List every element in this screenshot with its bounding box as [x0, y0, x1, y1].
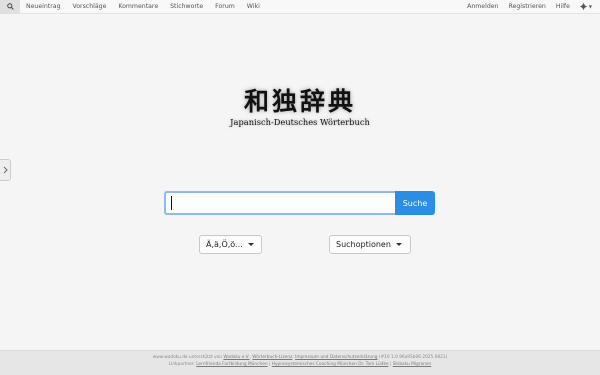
footer-partner-link-2[interactable]: Hypnosystemisches Coaching München Dr. T… — [272, 362, 389, 367]
search-button[interactable]: Suche — [395, 191, 435, 215]
special-chars-dropdown[interactable]: Ä,ä,Ö,ö... — [199, 235, 262, 254]
footer-partners-label: Linkpartner: — [168, 361, 195, 367]
nav-stichworte[interactable]: Stichworte — [164, 3, 209, 10]
site-logo-subtitle: Japanisch-Deutsches Wörterbuch — [230, 117, 370, 127]
caret-down-icon — [247, 243, 254, 246]
footer-link-imprint[interactable]: Impressum und Datenschutzerklärung — [295, 355, 377, 360]
special-chars-label: Ä,ä,Ö,ö... — [206, 240, 243, 249]
nav-vorschlaege[interactable]: Vorschläge — [67, 3, 113, 10]
footer-link-wadoku-ev[interactable]: Wadoku e.V. — [223, 355, 249, 360]
nav-hilfe[interactable]: Hilfe — [551, 3, 575, 10]
search-options-dropdown[interactable]: Suchoptionen — [329, 235, 411, 254]
search-bar: Suche — [164, 191, 435, 215]
footer-version: (#10 1.0 96a95b06 2025 0821) — [378, 355, 448, 360]
footer-text: www.wadoku.de unterstützt von — [152, 355, 223, 360]
text-cursor — [171, 196, 172, 210]
side-panel-toggle[interactable] — [0, 159, 11, 181]
search-icon — [6, 3, 14, 10]
footer-partner-link-1[interactable]: Lernfrienda Fortbildung München — [196, 362, 267, 367]
search-options-label: Suchoptionen — [336, 240, 391, 249]
footer-partner-link-3[interactable]: Shibaku Migranen — [393, 362, 432, 367]
gear-icon — [580, 3, 587, 10]
top-navbar: Neueintrag Vorschläge Kommentare Stichwo… — [0, 0, 600, 14]
nav-anmelden[interactable]: Anmelden — [462, 3, 503, 10]
nav-wiki[interactable]: Wiki — [241, 3, 266, 10]
settings-menu[interactable]: ▼ — [575, 3, 600, 10]
nav-forum[interactable]: Forum — [209, 3, 241, 10]
caret-down-icon — [395, 243, 402, 246]
nav-neueintrag[interactable]: Neueintrag — [20, 3, 67, 10]
chevron-down-icon: ▼ — [588, 4, 592, 9]
footer-line-2: Linkpartner: Lernfrienda Fortbildung Mün… — [168, 361, 432, 367]
footer-link-license[interactable]: Wörterbuch-Lizenz — [252, 355, 292, 360]
chevron-right-icon — [3, 166, 8, 174]
site-logo-title: 和独辞典 — [243, 87, 356, 116]
search-input[interactable] — [164, 191, 395, 215]
page-footer: www.wadoku.de unterstützt von Wadoku e.V… — [0, 350, 600, 375]
nav-kommentare[interactable]: Kommentare — [112, 3, 164, 10]
nav-search-button[interactable] — [0, 0, 20, 14]
nav-registrieren[interactable]: Registrieren — [504, 3, 551, 10]
